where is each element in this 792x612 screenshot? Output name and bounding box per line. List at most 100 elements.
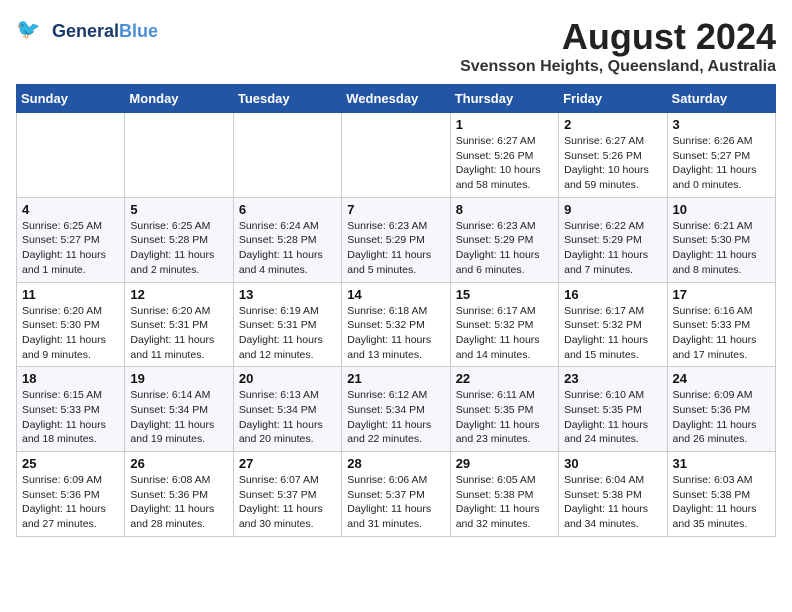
day-number: 26 <box>130 456 227 471</box>
day-number: 15 <box>456 287 553 302</box>
day-number: 16 <box>564 287 661 302</box>
day-info: Sunrise: 6:20 AM Sunset: 5:31 PM Dayligh… <box>130 304 227 363</box>
day-info: Sunrise: 6:06 AM Sunset: 5:37 PM Dayligh… <box>347 473 444 532</box>
day-info: Sunrise: 6:11 AM Sunset: 5:35 PM Dayligh… <box>456 388 553 447</box>
calendar-cell: 13Sunrise: 6:19 AM Sunset: 5:31 PM Dayli… <box>233 282 341 367</box>
day-info: Sunrise: 6:25 AM Sunset: 5:28 PM Dayligh… <box>130 219 227 278</box>
calendar-cell: 21 Sunrise: 6:12 AM Sunset: 5:34 PM Dayli… <box>342 367 450 452</box>
location: Svensson Heights, Queensland, Australia <box>460 58 776 76</box>
day-info: Sunrise: 6:18 AM Sunset: 5:32 PM Dayligh… <box>347 304 444 363</box>
day-number: 4 <box>22 202 119 217</box>
calendar-week-row: 1 Sunrise: 6:27 AM Sunset: 5:26 PM Daylig… <box>17 113 776 198</box>
day-info: Sunrise: 6:15 AM Sunset: 5:33 PM Dayligh… <box>22 388 119 447</box>
calendar-cell: 17 Sunrise: 6:16 AM Sunset: 5:33 PM Dayli… <box>667 282 775 367</box>
calendar-cell: 1 Sunrise: 6:27 AM Sunset: 5:26 PM Daylig… <box>450 113 558 198</box>
day-number: 30 <box>564 456 661 471</box>
day-info: Sunrise: 6:04 AM Sunset: 5:38 PM Dayligh… <box>564 473 661 532</box>
calendar-cell: 8Sunrise: 6:23 AM Sunset: 5:29 PM Daylig… <box>450 197 558 282</box>
day-info: Sunrise: 6:17 AM Sunset: 5:32 PM Dayligh… <box>456 304 553 363</box>
day-number: 1 <box>456 117 553 132</box>
day-info: Sunrise: 6:09 AM Sunset: 5:36 PM Dayligh… <box>673 388 770 447</box>
day-of-week-header: Wednesday <box>342 85 450 113</box>
day-info: Sunrise: 6:14 AM Sunset: 5:34 PM Dayligh… <box>130 388 227 447</box>
calendar-cell: 23 Sunrise: 6:10 AM Sunset: 5:35 PM Dayli… <box>559 367 667 452</box>
calendar-cell: 16 Sunrise: 6:17 AM Sunset: 5:32 PM Dayli… <box>559 282 667 367</box>
calendar-cell <box>125 113 233 198</box>
calendar-cell: 22 Sunrise: 6:11 AM Sunset: 5:35 PM Dayli… <box>450 367 558 452</box>
calendar-cell: 20 Sunrise: 6:13 AM Sunset: 5:34 PM Dayli… <box>233 367 341 452</box>
calendar-week-row: 11 Sunrise: 6:20 AM Sunset: 5:30 PM Dayli… <box>17 282 776 367</box>
day-number: 14 <box>347 287 444 302</box>
calendar-cell: 18 Sunrise: 6:15 AM Sunset: 5:33 PM Dayli… <box>17 367 125 452</box>
day-number: 2 <box>564 117 661 132</box>
day-number: 10 <box>673 202 770 217</box>
logo-icon: 🐦 <box>16 16 48 48</box>
day-info: Sunrise: 6:23 AM Sunset: 5:29 PM Dayligh… <box>347 219 444 278</box>
calendar-cell: 10Sunrise: 6:21 AM Sunset: 5:30 PM Dayli… <box>667 197 775 282</box>
day-number: 19 <box>130 371 227 386</box>
day-info: Sunrise: 6:17 AM Sunset: 5:32 PM Dayligh… <box>564 304 661 363</box>
page-header: 🐦 GeneralBlue August 2024 Svensson Heigh… <box>16 16 776 76</box>
day-number: 6 <box>239 202 336 217</box>
day-of-week-header: Saturday <box>667 85 775 113</box>
calendar-cell: 2 Sunrise: 6:27 AM Sunset: 5:26 PM Daylig… <box>559 113 667 198</box>
day-number: 18 <box>22 371 119 386</box>
day-of-week-header: Thursday <box>450 85 558 113</box>
calendar-cell: 7 Sunrise: 6:23 AM Sunset: 5:29 PM Daylig… <box>342 197 450 282</box>
day-number: 12 <box>130 287 227 302</box>
day-number: 20 <box>239 371 336 386</box>
day-number: 21 <box>347 371 444 386</box>
calendar-week-row: 18 Sunrise: 6:15 AM Sunset: 5:33 PM Dayli… <box>17 367 776 452</box>
day-of-week-header: Tuesday <box>233 85 341 113</box>
calendar-cell: 25Sunrise: 6:09 AM Sunset: 5:36 PM Dayli… <box>17 452 125 537</box>
day-info: Sunrise: 6:12 AM Sunset: 5:34 PM Dayligh… <box>347 388 444 447</box>
calendar-cell: 27Sunrise: 6:07 AM Sunset: 5:37 PM Dayli… <box>233 452 341 537</box>
day-number: 31 <box>673 456 770 471</box>
day-number: 7 <box>347 202 444 217</box>
calendar-cell: 9Sunrise: 6:22 AM Sunset: 5:29 PM Daylig… <box>559 197 667 282</box>
day-info: Sunrise: 6:27 AM Sunset: 5:26 PM Dayligh… <box>456 134 553 193</box>
day-info: Sunrise: 6:20 AM Sunset: 5:30 PM Dayligh… <box>22 304 119 363</box>
calendar-week-row: 25Sunrise: 6:09 AM Sunset: 5:36 PM Dayli… <box>17 452 776 537</box>
calendar-cell: 31 Sunrise: 6:03 AM Sunset: 5:38 PM Dayli… <box>667 452 775 537</box>
logo-text: GeneralBlue <box>52 22 158 42</box>
day-info: Sunrise: 6:27 AM Sunset: 5:26 PM Dayligh… <box>564 134 661 193</box>
day-number: 8 <box>456 202 553 217</box>
calendar-cell: 15 Sunrise: 6:17 AM Sunset: 5:32 PM Dayli… <box>450 282 558 367</box>
day-number: 5 <box>130 202 227 217</box>
month-year: August 2024 <box>460 16 776 58</box>
svg-text:🐦: 🐦 <box>16 19 40 41</box>
day-info: Sunrise: 6:25 AM Sunset: 5:27 PM Dayligh… <box>22 219 119 278</box>
calendar-cell: 11 Sunrise: 6:20 AM Sunset: 5:30 PM Dayli… <box>17 282 125 367</box>
calendar-cell: 28 Sunrise: 6:06 AM Sunset: 5:37 PM Dayli… <box>342 452 450 537</box>
calendar-cell: 29Sunrise: 6:05 AM Sunset: 5:38 PM Dayli… <box>450 452 558 537</box>
day-number: 28 <box>347 456 444 471</box>
calendar-cell: 4 Sunrise: 6:25 AM Sunset: 5:27 PM Daylig… <box>17 197 125 282</box>
day-info: Sunrise: 6:22 AM Sunset: 5:29 PM Dayligh… <box>564 219 661 278</box>
calendar-cell: 26 Sunrise: 6:08 AM Sunset: 5:36 PM Dayli… <box>125 452 233 537</box>
logo: 🐦 GeneralBlue <box>16 16 158 48</box>
calendar-table: SundayMondayTuesdayWednesdayThursdayFrid… <box>16 84 776 537</box>
calendar-header-row: SundayMondayTuesdayWednesdayThursdayFrid… <box>17 85 776 113</box>
calendar-cell: 6 Sunrise: 6:24 AM Sunset: 5:28 PM Daylig… <box>233 197 341 282</box>
day-number: 22 <box>456 371 553 386</box>
day-of-week-header: Monday <box>125 85 233 113</box>
day-info: Sunrise: 6:10 AM Sunset: 5:35 PM Dayligh… <box>564 388 661 447</box>
calendar-cell: 3Sunrise: 6:26 AM Sunset: 5:27 PM Daylig… <box>667 113 775 198</box>
day-info: Sunrise: 6:08 AM Sunset: 5:36 PM Dayligh… <box>130 473 227 532</box>
calendar-cell: 24 Sunrise: 6:09 AM Sunset: 5:36 PM Dayli… <box>667 367 775 452</box>
day-info: Sunrise: 6:24 AM Sunset: 5:28 PM Dayligh… <box>239 219 336 278</box>
day-number: 27 <box>239 456 336 471</box>
day-of-week-header: Sunday <box>17 85 125 113</box>
day-info: Sunrise: 6:13 AM Sunset: 5:34 PM Dayligh… <box>239 388 336 447</box>
day-number: 24 <box>673 371 770 386</box>
day-info: Sunrise: 6:03 AM Sunset: 5:38 PM Dayligh… <box>673 473 770 532</box>
calendar-week-row: 4 Sunrise: 6:25 AM Sunset: 5:27 PM Daylig… <box>17 197 776 282</box>
title-block: August 2024 Svensson Heights, Queensland… <box>460 16 776 76</box>
day-number: 23 <box>564 371 661 386</box>
day-number: 11 <box>22 287 119 302</box>
day-info: Sunrise: 6:16 AM Sunset: 5:33 PM Dayligh… <box>673 304 770 363</box>
calendar-cell <box>17 113 125 198</box>
day-number: 17 <box>673 287 770 302</box>
day-number: 25 <box>22 456 119 471</box>
